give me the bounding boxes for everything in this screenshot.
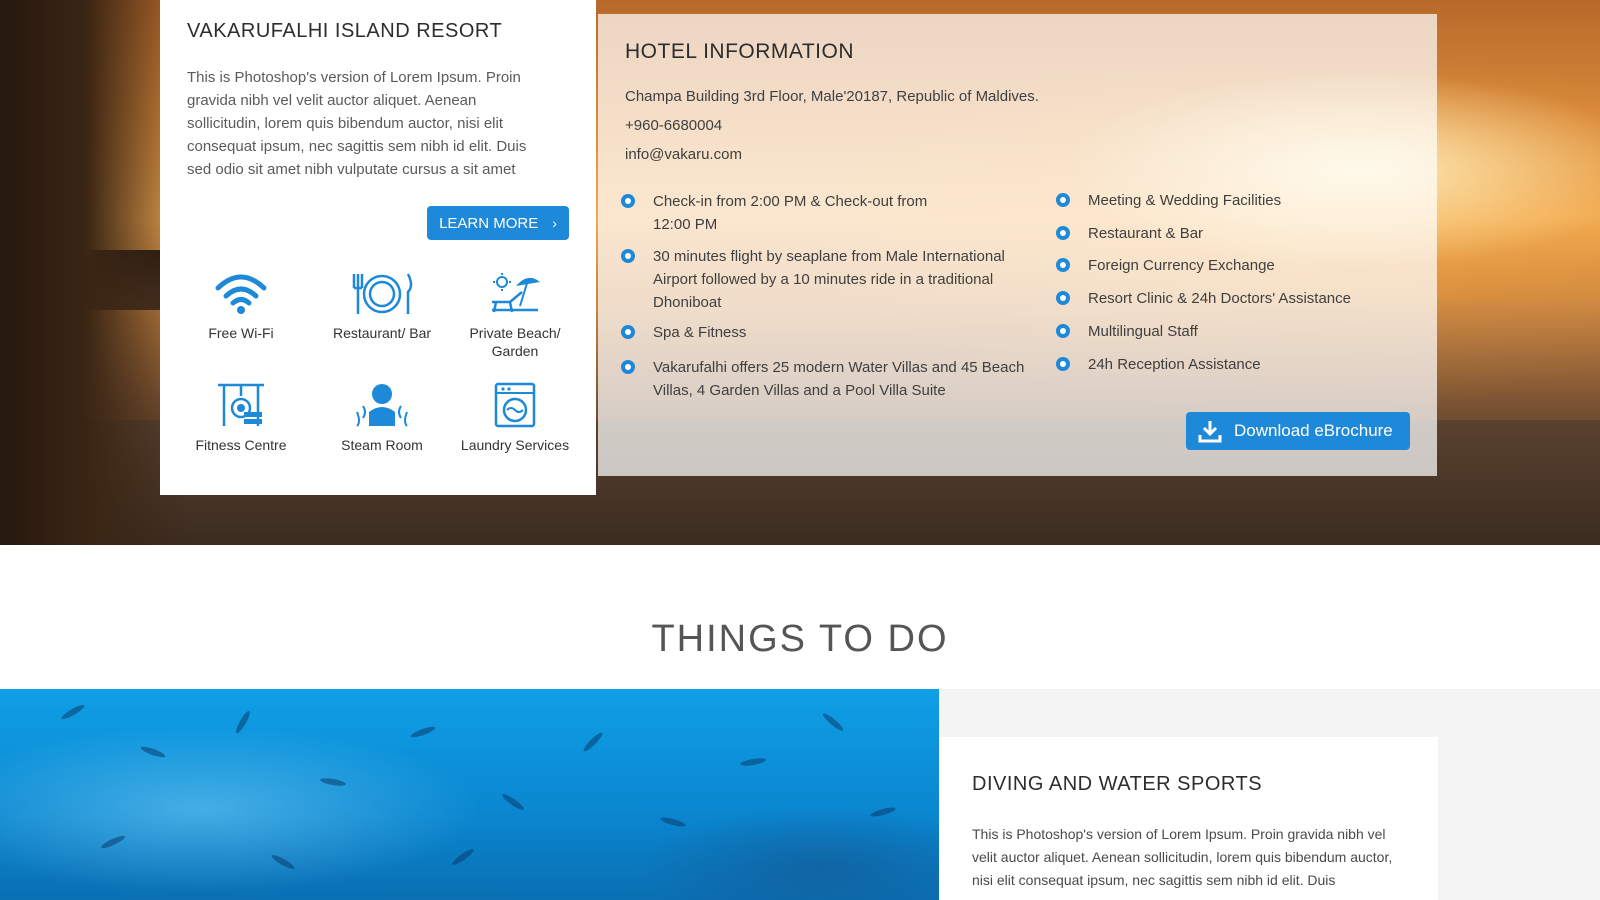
fish-decoration — [319, 776, 347, 788]
fish-decoration — [739, 756, 767, 768]
info-list-text: Multilingual Staff — [1088, 323, 1198, 340]
info-list-text: Meeting & Wedding Facilities — [1088, 192, 1282, 209]
bullet-dot-icon — [621, 194, 635, 208]
amenity-label: Steam Room — [341, 437, 423, 453]
beach-lounger-icon — [492, 273, 540, 313]
resort-description: This is Photoshop's version of Lorem Ips… — [187, 69, 527, 178]
amenity-label: Restaurant/ Bar — [332, 325, 432, 341]
hotel-info-title: HOTEL INFORMATION — [625, 40, 854, 63]
info-list-item: 24h Reception Assistance — [1056, 353, 1396, 376]
fish-decoration — [60, 702, 86, 722]
wifi-icon — [215, 274, 267, 314]
diving-photo — [0, 689, 939, 900]
fish-decoration — [869, 805, 897, 819]
info-list-text: Vakarufalhi offers 25 modern Water Villa… — [653, 359, 1025, 399]
download-ebrochure-button[interactable]: Download eBrochure — [1186, 412, 1410, 450]
bullet-dot-icon — [1056, 193, 1070, 207]
fish-decoration — [233, 709, 253, 735]
bullet-dot-icon — [1056, 324, 1070, 338]
download-icon — [1198, 421, 1222, 443]
hotel-phone[interactable]: +960-6680004 — [625, 117, 722, 134]
fish-decoration — [450, 847, 476, 867]
amenity-steam-room: Steam Room — [322, 382, 442, 454]
bullet-dot-icon — [621, 325, 635, 339]
fish-decoration — [581, 730, 605, 754]
amenity-label: Private Beach/ Garden — [469, 325, 561, 359]
info-list-text: Restaurant & Bar — [1088, 225, 1204, 242]
download-ebrochure-label: Download eBrochure — [1234, 421, 1393, 440]
info-list-item: Vakarufalhi offers 25 modern Water Villa… — [621, 356, 1031, 402]
diving-title: DIVING AND WATER SPORTS — [972, 773, 1263, 795]
info-list-item: Restaurant & Bar — [1056, 222, 1396, 245]
hotel-email[interactable]: info@vakaru.com — [625, 146, 742, 163]
learn-more-button[interactable]: LEARN MORE › — [427, 206, 569, 240]
bullet-dot-icon — [621, 360, 635, 374]
info-list-item: Foreign Currency Exchange — [1056, 254, 1396, 277]
info-list-text: Spa & Fitness — [653, 324, 747, 341]
fish-decoration — [99, 833, 127, 851]
bullet-dot-icon — [1056, 291, 1070, 305]
diving-card: DIVING AND WATER SPORTS This is Photosho… — [939, 737, 1438, 900]
info-list-item: 30 minutes flight by seaplane from Male … — [621, 245, 1031, 314]
amenity-private-beach: Private Beach/ Garden — [455, 272, 575, 360]
learn-more-label: LEARN MORE — [439, 214, 539, 232]
info-list-item: Meeting & Wedding Facilities — [1056, 189, 1396, 212]
info-list-text: 30 minutes flight by seaplane from Male … — [653, 248, 1005, 311]
weights-icon — [218, 383, 264, 426]
hero-banner: VAKARUFALHI ISLAND RESORT This is Photos… — [0, 0, 1600, 545]
info-list-text: Foreign Currency Exchange — [1088, 257, 1275, 274]
amenity-laundry: Laundry Services — [455, 382, 575, 454]
info-list-item: Spa & Fitness — [621, 321, 1031, 344]
steam-person-icon — [356, 384, 408, 427]
info-list-item: Resort Clinic & 24h Doctors' Assistance — [1056, 287, 1416, 310]
amenity-label: Laundry Services — [460, 437, 570, 453]
amenity-label: Free Wi-Fi — [208, 325, 274, 341]
fish-decoration — [659, 815, 687, 829]
hotel-address: Champa Building 3rd Floor, Male'20187, R… — [625, 88, 1039, 105]
info-list-text: Resort Clinic & 24h Doctors' Assistance — [1088, 290, 1351, 307]
things-to-do-title: THINGS TO DO — [651, 618, 949, 660]
plate-cutlery-icon — [352, 273, 413, 314]
info-list-item: Multilingual Staff — [1056, 320, 1396, 343]
amenity-fitness: Fitness Centre — [181, 382, 301, 454]
diving-description: This is Photoshop's version of Lorem Ips… — [972, 826, 1393, 888]
amenity-label: Fitness Centre — [195, 437, 287, 453]
amenity-wifi: Free Wi-Fi — [181, 272, 301, 342]
fish-decoration — [139, 744, 167, 760]
resort-title: VAKARUFALHI ISLAND RESORT — [187, 20, 503, 42]
fish-decoration — [500, 792, 526, 812]
amenity-restaurant: Restaurant/ Bar — [322, 272, 442, 342]
bullet-dot-icon — [1056, 357, 1070, 371]
bullet-dot-icon — [621, 249, 635, 263]
fish-decoration — [270, 852, 296, 872]
info-list-text: 24h Reception Assistance — [1088, 356, 1261, 373]
bullet-dot-icon — [1056, 226, 1070, 240]
fish-decoration — [821, 711, 845, 733]
fish-decoration — [409, 724, 437, 740]
info-list-item: Check-in from 2:00 PM & Check-out from 1… — [621, 190, 951, 236]
washing-machine-icon — [494, 382, 536, 428]
info-list-text: Check-in from 2:00 PM & Check-out from 1… — [653, 193, 928, 233]
bullet-dot-icon — [1056, 258, 1070, 272]
hotel-info-panel: HOTEL INFORMATION Champa Building 3rd Fl… — [598, 14, 1437, 476]
resort-card: VAKARUFALHI ISLAND RESORT This is Photos… — [160, 0, 596, 495]
chevron-right-icon: › — [552, 215, 557, 231]
